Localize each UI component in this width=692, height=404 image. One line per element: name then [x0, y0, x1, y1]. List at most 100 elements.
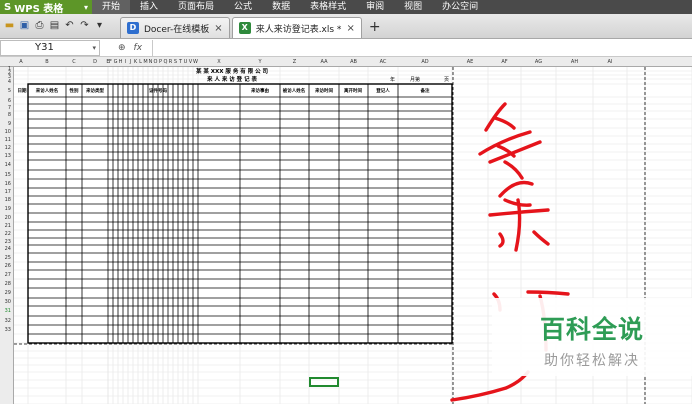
row-header-20[interactable]: 20 — [5, 215, 11, 221]
column-header-L[interactable]: L — [139, 59, 142, 65]
column-header-N[interactable]: N — [149, 59, 153, 65]
table-header-6: 被访人姓名 — [283, 87, 306, 94]
column-header-J[interactable]: J — [130, 59, 131, 65]
row-header-27[interactable]: 27 — [5, 272, 11, 278]
row-header-15[interactable]: 15 — [5, 172, 11, 178]
column-header-B[interactable]: B — [45, 59, 48, 65]
table-header-1: 来访人姓名 — [35, 87, 59, 94]
row-header-18[interactable]: 18 — [5, 197, 11, 203]
row-header-12[interactable]: 12 — [5, 145, 11, 151]
column-header-S[interactable]: S — [174, 59, 177, 65]
column-header-AA[interactable]: AA — [321, 59, 328, 65]
redo-icon[interactable]: ↷ — [78, 19, 91, 32]
table-header-2: 性别 — [70, 87, 79, 94]
menu-tab-0[interactable]: 开始 — [92, 0, 131, 14]
column-header-X[interactable]: X — [217, 59, 220, 65]
column-header-T[interactable]: T — [179, 59, 182, 65]
open-folder-icon[interactable]: ▬ — [3, 19, 16, 32]
row-header-14[interactable]: 14 — [5, 162, 11, 168]
column-header-AF[interactable]: AF — [501, 59, 507, 65]
row-header-22[interactable]: 22 — [5, 231, 11, 237]
row-header-4[interactable]: 4 — [8, 79, 11, 85]
column-header-G[interactable]: G — [114, 59, 118, 65]
row-header-25[interactable]: 25 — [5, 255, 11, 261]
watermark-title: 百科全说 — [539, 315, 644, 344]
column-header-I[interactable]: I — [125, 59, 126, 65]
column-header-M[interactable]: M — [143, 59, 147, 65]
row-header-26[interactable]: 26 — [5, 263, 11, 269]
row-header-13[interactable]: 13 — [5, 153, 11, 159]
column-header-A[interactable]: A — [19, 59, 22, 65]
save-icon[interactable]: ▣ — [18, 19, 31, 32]
row-header-7[interactable]: 7 — [8, 105, 11, 111]
name-box[interactable]: Y31 ▾ — [0, 39, 100, 56]
column-header-Y[interactable]: Y — [258, 59, 261, 65]
wps-app-menu-button[interactable]: S WPS 表格 ▾ — [0, 0, 92, 15]
row-header-23[interactable]: 23 — [5, 239, 11, 245]
row-header-21[interactable]: 21 — [5, 223, 11, 229]
document-tabs: D Docer-在线模板 × X 来人来访登记表.xls * × — [120, 17, 364, 38]
document-tab-1[interactable]: X 来人来访登记表.xls * × — [231, 17, 362, 38]
row-header-28[interactable]: 28 — [5, 281, 11, 287]
menu-tab-1[interactable]: 插入 — [130, 0, 168, 14]
column-header-C[interactable]: C — [72, 59, 76, 65]
column-header-AD[interactable]: AD — [421, 59, 428, 65]
menu-tab-8[interactable]: 办公空间 — [432, 0, 488, 14]
column-header-AI[interactable]: AI — [608, 59, 613, 65]
row-header-30[interactable]: 30 — [5, 299, 11, 305]
document-tab-bar: ▬ ▣ ⎙ ▤ ↶ ↷ ▾ D Docer-在线模板 × X 来人来访登记表.xls *… — [0, 14, 692, 39]
row-header-10[interactable]: 10 — [5, 129, 11, 135]
close-icon[interactable]: × — [214, 23, 222, 34]
row-header-31[interactable]: 31 — [5, 308, 11, 314]
row-header-16[interactable]: 16 — [5, 181, 11, 187]
column-header-AG[interactable]: AG — [535, 59, 542, 65]
column-header-Z[interactable]: Z — [293, 59, 296, 65]
column-header-AE[interactable]: AE — [467, 59, 474, 65]
menu-tab-7[interactable]: 视图 — [394, 0, 432, 14]
year-label: 年 — [390, 76, 395, 83]
row-header-24[interactable]: 24 — [5, 246, 11, 252]
column-header-V[interactable]: V — [189, 59, 192, 65]
row-header-11[interactable]: 11 — [5, 137, 11, 143]
zoom-icon[interactable]: ⊕ — [118, 43, 126, 53]
column-header-AB[interactable]: AB — [350, 59, 357, 65]
column-header-U[interactable]: U — [184, 59, 188, 65]
column-header-R[interactable]: R — [169, 59, 172, 65]
new-tab-button[interactable]: + — [364, 17, 386, 38]
formula-input[interactable] — [152, 39, 692, 56]
row-header-17[interactable]: 17 — [5, 189, 11, 195]
row-header-6[interactable]: 6 — [8, 98, 11, 104]
row-header-5[interactable]: 5 — [8, 88, 11, 94]
column-header-Q[interactable]: Q — [164, 59, 168, 65]
column-header-O[interactable]: O — [154, 59, 158, 65]
column-header-K[interactable]: K — [134, 59, 137, 65]
print-preview-icon[interactable]: ▤ — [48, 19, 61, 32]
row-header-9[interactable]: 9 — [8, 121, 11, 127]
column-header-P[interactable]: P — [159, 59, 162, 65]
column-header-D[interactable]: D — [93, 59, 97, 65]
column-header-H[interactable]: H — [119, 59, 123, 65]
column-header-W[interactable]: W — [193, 59, 198, 65]
customize-dropdown-icon[interactable]: ▾ — [93, 19, 106, 32]
row-header-29[interactable]: 29 — [5, 290, 11, 296]
menu-tab-6[interactable]: 审阅 — [356, 0, 394, 14]
column-header-F[interactable]: F — [109, 59, 112, 65]
undo-icon[interactable]: ↶ — [63, 19, 76, 32]
row-header-19[interactable]: 19 — [5, 206, 11, 212]
row-header-8[interactable]: 8 — [8, 112, 11, 118]
excel-file-icon: X — [238, 22, 251, 34]
fx-icon[interactable]: fx — [134, 43, 143, 53]
close-icon[interactable]: × — [346, 23, 354, 34]
menu-tab-4[interactable]: 数据 — [262, 0, 300, 14]
handwritten-annotation-stroke-1 — [488, 180, 550, 252]
menu-tab-5[interactable]: 表格样式 — [300, 0, 356, 14]
row-header-32[interactable]: 32 — [5, 318, 11, 324]
column-header-AH[interactable]: AH — [571, 59, 578, 65]
menu-tab-3[interactable]: 公式 — [224, 0, 262, 14]
print-icon[interactable]: ⎙ — [33, 19, 46, 32]
column-header-AC[interactable]: AC — [380, 59, 387, 65]
menu-tabs: 开始 插入 页面布局 公式 数据 表格样式 审阅 视图 办公空间 — [92, 0, 488, 14]
menu-tab-2[interactable]: 页面布局 — [168, 0, 224, 14]
row-header-33[interactable]: 33 — [5, 327, 11, 333]
document-tab-0[interactable]: D Docer-在线模板 × — [120, 17, 230, 38]
